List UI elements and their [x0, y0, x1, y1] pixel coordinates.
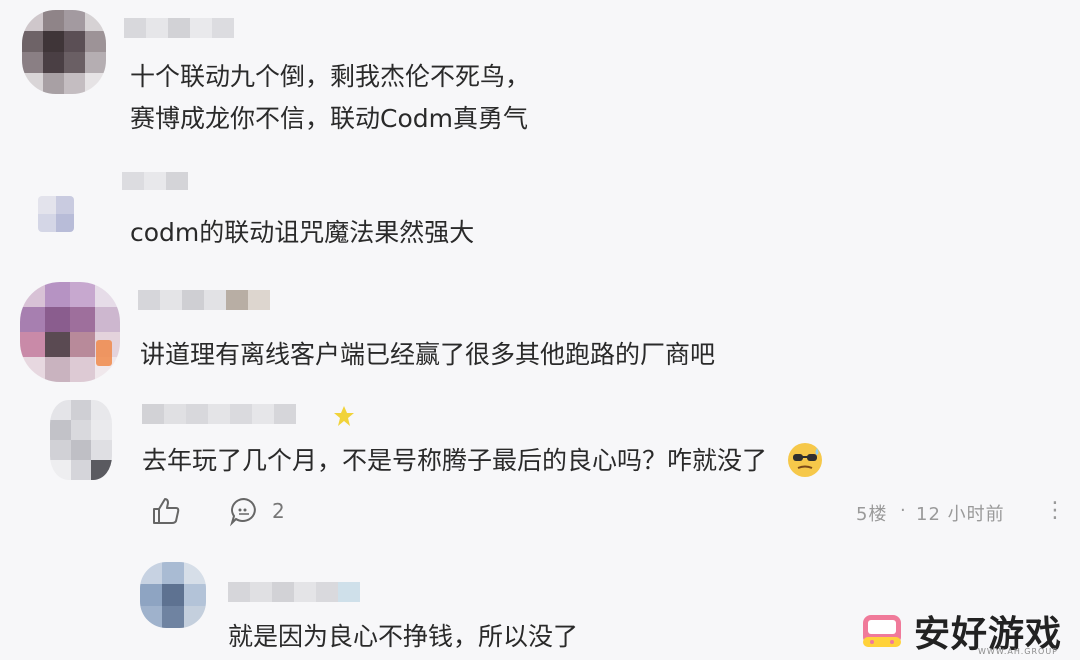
floor-number: 5楼: [856, 504, 888, 525]
timestamp: 12 小时前: [916, 504, 1005, 525]
reply-count[interactable]: 2: [272, 499, 285, 523]
comment-text: 就是因为良心不挣钱，所以没了: [228, 622, 579, 651]
username-blurred[interactable]: [138, 290, 270, 310]
sunglasses-sweat-emoji: [786, 441, 824, 479]
avatar[interactable]: [50, 400, 112, 480]
vip-badge-icon: [332, 404, 356, 428]
comment-bubble-icon[interactable]: [228, 495, 260, 527]
avatar[interactable]: [22, 10, 106, 94]
comment-text: 赛博成龙你不信，联动Codm真勇气: [130, 104, 528, 133]
comment-text: codm的联动诅咒魔法果然强大: [130, 218, 475, 247]
watermark-subtext: WWW.AH.GROUP: [978, 647, 1058, 656]
avatar[interactable]: [38, 196, 74, 232]
avatar[interactable]: [20, 282, 120, 382]
username-blurred[interactable]: [122, 172, 188, 190]
meta-separator: ·: [900, 500, 907, 521]
comment-text: 十个联动九个倒，剩我杰伦不死鸟，: [130, 62, 531, 91]
more-options-icon[interactable]: ⋮: [1044, 498, 1067, 523]
avatar[interactable]: [140, 562, 206, 628]
username-blurred[interactable]: [142, 404, 296, 424]
comment-text: 去年玩了几个月，不是号称腾子最后的良心吗？咋就没了: [142, 446, 768, 475]
level-badge-icon: [96, 340, 112, 366]
comment-text: 讲道理有离线客户端已经赢了很多其他跑路的厂商吧: [140, 340, 716, 369]
username-blurred[interactable]: [228, 582, 360, 602]
thumbs-up-icon[interactable]: [150, 495, 182, 527]
username-blurred[interactable]: [124, 18, 234, 38]
gamepad-logo-icon: [860, 609, 904, 653]
